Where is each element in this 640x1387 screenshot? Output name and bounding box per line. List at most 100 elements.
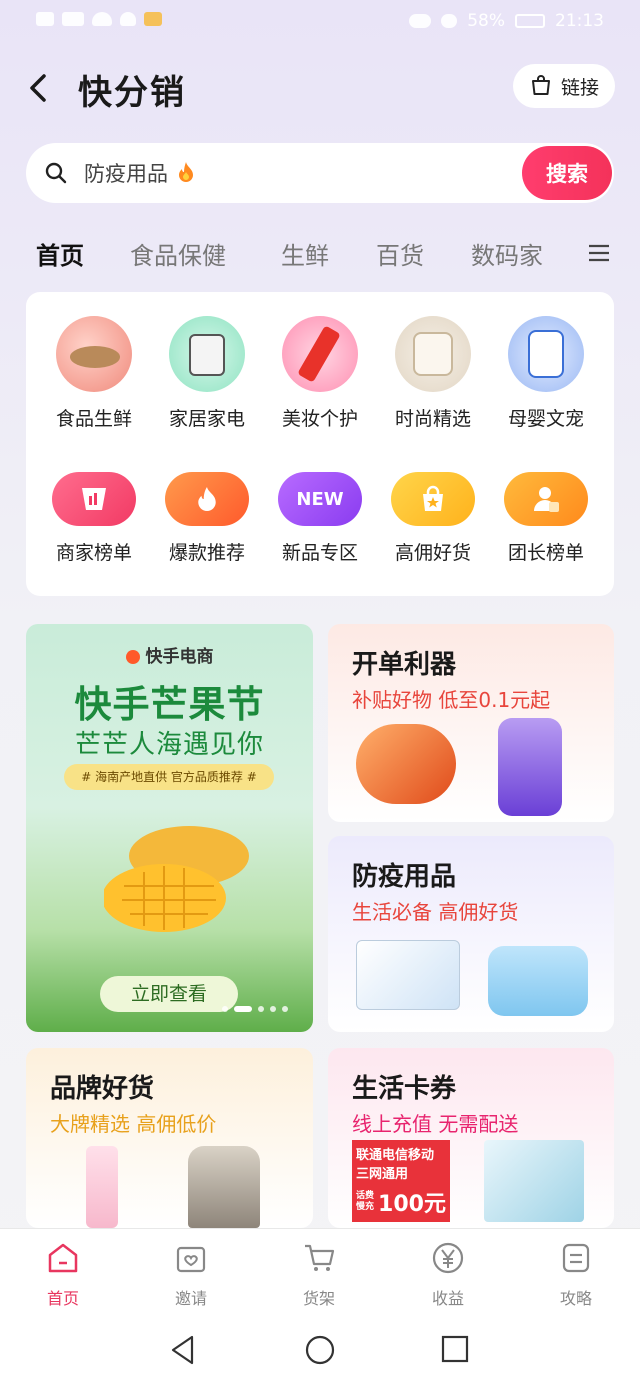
search-placeholder: 防疫用品 bbox=[84, 162, 168, 186]
card-title: 开单利器 bbox=[352, 650, 457, 680]
card-subtitle: 补贴好物 低至0.1元起 bbox=[352, 688, 551, 712]
person-glyph bbox=[534, 487, 559, 512]
search-bar[interactable]: 防疫用品 搜索 bbox=[26, 143, 614, 203]
kuaishou-logo-icon bbox=[125, 650, 140, 664]
category-home-appliance[interactable]: 家居家电 bbox=[152, 316, 262, 431]
back-arrow-icon[interactable] bbox=[26, 72, 54, 104]
battery-percent: 58% bbox=[467, 11, 505, 31]
tab-fresh[interactable]: 生鲜 bbox=[281, 236, 329, 271]
battery-icon bbox=[515, 14, 545, 28]
tab-home[interactable]: 首页 bbox=[36, 236, 84, 271]
category-fashion[interactable]: 时尚精选 bbox=[378, 316, 488, 431]
chart-badge-glyph bbox=[82, 488, 106, 510]
header: 快分销 链接 bbox=[0, 56, 640, 120]
carousel-dots bbox=[222, 1006, 288, 1012]
banner-subtitle: 芒芒人海遇见你 bbox=[74, 730, 264, 760]
tab-general-goods[interactable]: 百货 bbox=[376, 236, 424, 271]
nav-shelf-label: 货架 bbox=[302, 1289, 335, 1308]
category-leader-ranking[interactable]: 团长榜单 bbox=[491, 472, 601, 565]
nav-earnings[interactable]: 收益 bbox=[403, 1241, 493, 1309]
link-button[interactable]: 链接 bbox=[513, 64, 615, 108]
new-badge-icon: NEW bbox=[278, 472, 362, 526]
category-label: 商家榜单 bbox=[55, 542, 132, 564]
category-label: 新品专区 bbox=[281, 542, 358, 564]
search-input[interactable]: 防疫用品 bbox=[84, 158, 197, 188]
detergent-product-image bbox=[498, 718, 562, 816]
card-title: 品牌好货 bbox=[50, 1074, 155, 1104]
category-label: 高佣好货 bbox=[394, 542, 471, 564]
beauty-image bbox=[282, 316, 358, 392]
category-food-fresh[interactable]: 食品生鲜 bbox=[39, 316, 149, 431]
category-new-products[interactable]: NEW 新品专区 bbox=[265, 472, 375, 565]
voucher-small: 话费 慢充 bbox=[356, 1191, 375, 1212]
home-appliance-image bbox=[169, 316, 245, 392]
signal-icon bbox=[62, 12, 84, 26]
carousel-dot bbox=[222, 1006, 228, 1012]
view-now-button[interactable]: 立即查看 bbox=[100, 976, 238, 1012]
fire-glyph bbox=[198, 487, 216, 511]
card-brand-goods[interactable]: 品牌好货 大牌精选 高佣低价 bbox=[26, 1048, 313, 1228]
menu-icon[interactable] bbox=[588, 243, 610, 263]
yuan-icon bbox=[432, 1242, 464, 1274]
guide-icon bbox=[562, 1243, 590, 1273]
wifi-icon bbox=[92, 12, 112, 26]
tab-food-health[interactable]: 食品保健 bbox=[130, 236, 226, 271]
nav-invite[interactable]: 邀请 bbox=[146, 1241, 236, 1309]
category-label: 团长榜单 bbox=[507, 542, 584, 564]
link-button-label: 链接 bbox=[560, 76, 599, 99]
alarm-icon bbox=[441, 14, 458, 28]
status-time: 21:13 bbox=[555, 11, 604, 31]
shopping-bag-icon bbox=[391, 472, 475, 526]
category-merchant-ranking[interactable]: 商家榜单 bbox=[39, 472, 149, 565]
page-title: 快分销 bbox=[78, 73, 186, 113]
bag-glyph bbox=[423, 485, 443, 511]
voucher-amount: 100元 bbox=[378, 1192, 446, 1217]
nav-guide[interactable]: 攻略 bbox=[531, 1241, 621, 1309]
banner-brand: 快手电商 bbox=[26, 642, 313, 667]
invite-icon bbox=[176, 1246, 206, 1273]
nav-guide-label: 攻略 bbox=[559, 1289, 592, 1308]
system-back-icon[interactable] bbox=[168, 1334, 198, 1366]
category-beauty[interactable]: 美妆个护 bbox=[265, 316, 375, 431]
nav-shelf[interactable]: 货架 bbox=[274, 1241, 364, 1309]
search-icon bbox=[45, 162, 67, 184]
category-baby-pet[interactable]: 母婴文宠 bbox=[491, 316, 601, 431]
category-high-commission[interactable]: 高佣好货 bbox=[378, 472, 488, 565]
voucher-line2: 三网通用 bbox=[356, 1167, 409, 1182]
face-mask-image bbox=[488, 946, 588, 1016]
category-label: 美妆个护 bbox=[281, 408, 358, 430]
carousel-dot bbox=[282, 1006, 288, 1012]
category-grid: 食品生鲜 家居家电 美妆个护 时尚精选 母婴文宠 商家榜单 爆款推荐 NEW 新… bbox=[26, 292, 614, 596]
app-icon bbox=[144, 12, 162, 26]
card-subtitle: 线上充值 无需配送 bbox=[352, 1112, 519, 1136]
search-button[interactable]: 搜索 bbox=[522, 146, 612, 200]
card-life-vouchers[interactable]: 生活卡券 线上充值 无需配送 联通电信移动 三网通用 话费 慢充 100元 bbox=[328, 1048, 614, 1228]
nav-home[interactable]: 首页 bbox=[18, 1241, 108, 1309]
status-right: 58% 21:13 bbox=[409, 11, 604, 31]
nav-home-label: 首页 bbox=[46, 1289, 79, 1308]
card-subtitle: 大牌精选 高佣低价 bbox=[50, 1112, 217, 1136]
leader-icon bbox=[504, 472, 588, 526]
category-tabs: 首页 食品保健 生鲜 百货 数码家 bbox=[0, 230, 640, 280]
system-recents-icon[interactable] bbox=[441, 1335, 469, 1363]
voucher-line1: 联通电信移动 bbox=[356, 1148, 435, 1163]
food-fresh-image bbox=[56, 316, 132, 392]
promo-banner[interactable]: 快手电商 快手芒果节 芒芒人海遇见你 # 海南产地直供 官方品质推荐 # 立即查… bbox=[26, 624, 313, 1032]
fire-badge-icon bbox=[165, 472, 249, 526]
status-bar: 58% 21:13 bbox=[0, 0, 640, 44]
card-order-booster[interactable]: 开单利器 补贴好物 低至0.1元起 bbox=[328, 624, 614, 822]
mango-illustration bbox=[104, 826, 249, 932]
system-home-icon[interactable] bbox=[304, 1334, 336, 1366]
nav-earnings-label: 收益 bbox=[431, 1289, 464, 1308]
category-hot-picks[interactable]: 爆款推荐 bbox=[152, 472, 262, 565]
bottom-nav: 首页 邀请 货架 收益 攻略 bbox=[0, 1228, 640, 1316]
card-title: 生活卡券 bbox=[352, 1074, 457, 1104]
cart-icon bbox=[305, 1244, 335, 1271]
tab-digital[interactable]: 数码家 bbox=[471, 236, 561, 271]
category-label: 爆款推荐 bbox=[168, 542, 245, 564]
nav-invite-label: 邀请 bbox=[174, 1289, 207, 1308]
category-label: 母婴文宠 bbox=[507, 408, 584, 430]
card-epidemic-supplies[interactable]: 防疫用品 生活必备 高佣好货 bbox=[328, 836, 614, 1032]
fashion-image bbox=[395, 316, 471, 392]
phone-credit-voucher: 联通电信移动 三网通用 话费 慢充 100元 bbox=[352, 1140, 450, 1222]
